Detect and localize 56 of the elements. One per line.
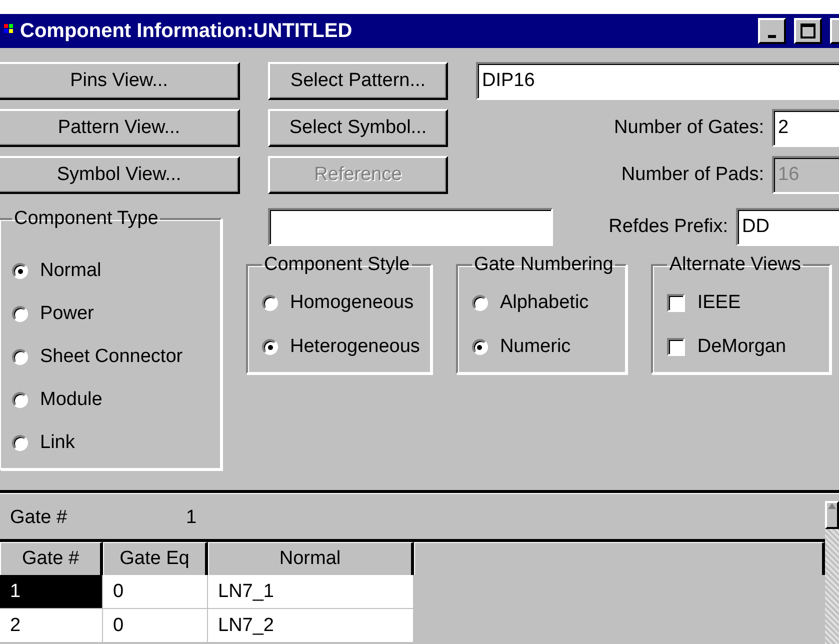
field-label: Refdes Prefix: bbox=[608, 216, 728, 238]
select-button[interactable]: Select Symbol... bbox=[268, 109, 448, 147]
gate-label: Gate # bbox=[10, 507, 68, 529]
option-label: Homogeneous bbox=[290, 292, 414, 314]
option-label: Module bbox=[40, 389, 102, 411]
radio-button[interactable] bbox=[262, 295, 278, 311]
table-cell: 0 bbox=[103, 575, 208, 609]
minimize-icon bbox=[768, 34, 776, 38]
view-button[interactable]: Pattern View... bbox=[0, 109, 240, 147]
gate-value: 1 bbox=[186, 507, 197, 529]
option-label: DeMorgan bbox=[697, 336, 786, 358]
field-label: Number of Pads: bbox=[621, 164, 764, 186]
option-label: Heterogeneous bbox=[290, 336, 420, 358]
text-field[interactable] bbox=[268, 208, 553, 246]
table-cell: LN7_1 bbox=[208, 575, 414, 609]
view-button[interactable]: Symbol View... bbox=[0, 156, 240, 194]
group-title: Gate Numbering bbox=[472, 254, 614, 276]
option-label: Numeric bbox=[500, 336, 571, 358]
pattern-field[interactable]: DIP16 bbox=[476, 62, 839, 100]
maximize-icon bbox=[800, 23, 816, 39]
radio-button[interactable] bbox=[12, 435, 28, 451]
option-label: Sheet Connector bbox=[40, 346, 183, 368]
radio-button[interactable] bbox=[472, 295, 488, 311]
checkbox[interactable] bbox=[667, 294, 686, 312]
column-header[interactable]: Gate Eq bbox=[103, 542, 208, 575]
checkbox[interactable] bbox=[667, 338, 686, 356]
text-field[interactable]: 2 bbox=[772, 109, 839, 147]
table-cell: 0 bbox=[103, 609, 208, 643]
window-title: Component Information:UNTITLED bbox=[20, 20, 354, 42]
table-cell: 1 bbox=[0, 575, 103, 609]
radio-button[interactable] bbox=[12, 263, 28, 279]
radio-button[interactable] bbox=[12, 392, 28, 408]
select-button[interactable]: Select Pattern... bbox=[268, 62, 448, 100]
option-label: Power bbox=[40, 303, 94, 325]
table-cell: 2 bbox=[0, 609, 103, 643]
group-title: Alternate Views bbox=[668, 254, 802, 276]
maximize-button[interactable] bbox=[794, 18, 822, 44]
radio-button[interactable] bbox=[472, 339, 488, 355]
radio-button[interactable] bbox=[262, 339, 278, 355]
column-header[interactable]: Gate # bbox=[0, 542, 103, 575]
text-field[interactable]: DD bbox=[736, 208, 839, 246]
option-label: Alphabetic bbox=[500, 292, 589, 314]
radio-button[interactable] bbox=[12, 349, 28, 365]
option-label: Link bbox=[40, 432, 75, 454]
column-header[interactable]: Normal bbox=[208, 542, 414, 575]
scrollbar[interactable] bbox=[825, 501, 839, 644]
view-button[interactable]: Pins View... bbox=[0, 62, 240, 100]
minimize-button[interactable] bbox=[758, 18, 786, 44]
table-cell: LN7_2 bbox=[208, 609, 414, 643]
field-label: Number of Gates: bbox=[614, 117, 764, 139]
up-arrow-icon bbox=[828, 503, 836, 509]
radio-button[interactable] bbox=[12, 306, 28, 322]
option-label: Normal bbox=[40, 260, 102, 282]
group-title: Component Style bbox=[263, 254, 411, 276]
option-label: IEEE bbox=[697, 292, 741, 314]
group-title: Component Type bbox=[13, 208, 160, 230]
